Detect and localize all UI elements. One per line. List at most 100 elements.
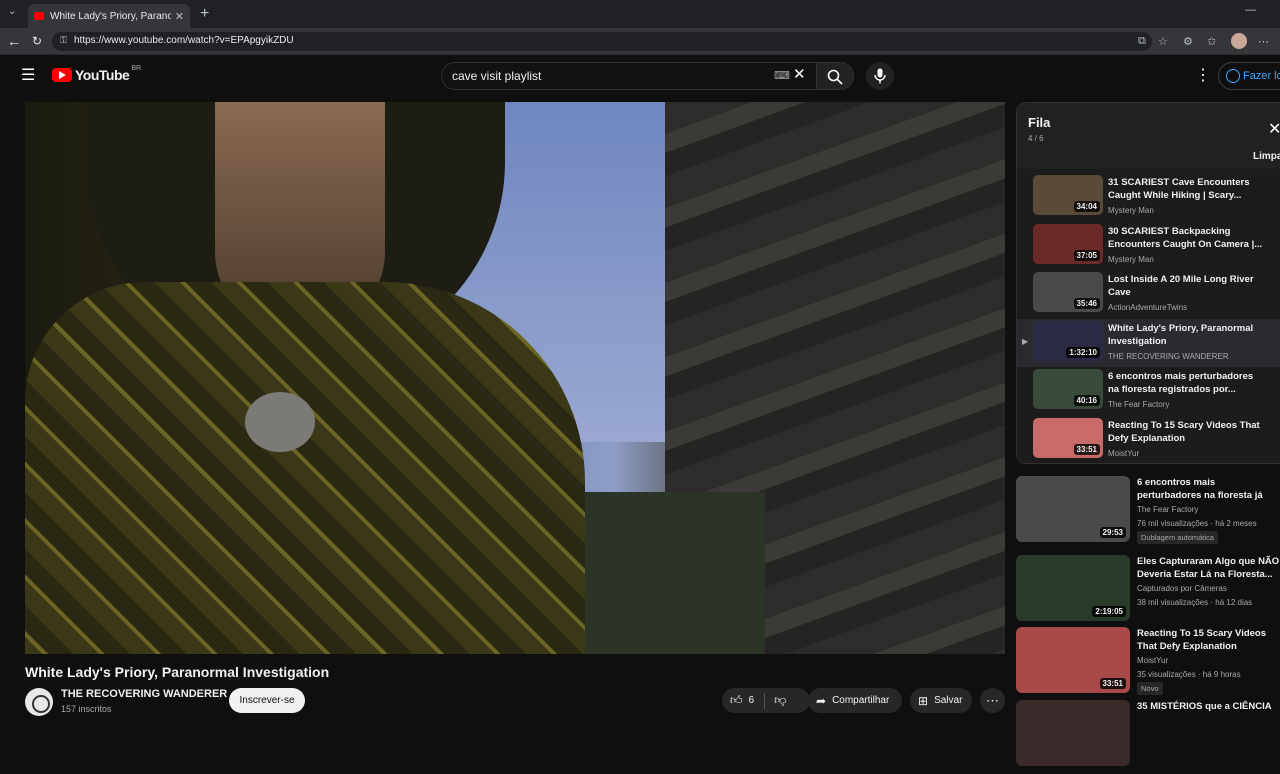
recommendation-title[interactable]: Eles Capturaram Algo que NÃO Deveria Est… [1137, 555, 1280, 581]
recommendation-duration: 29:53 [1099, 527, 1126, 538]
favorite-star-icon[interactable]: ☆ [1158, 35, 1168, 48]
browser-menu-icon[interactable]: ⋯ [1258, 35, 1269, 48]
recommendation-duration: 33:51 [1099, 678, 1126, 689]
recommendation-channel[interactable]: Capturados por Câmeras [1137, 584, 1227, 593]
favorites-icon[interactable]: ✩ [1207, 35, 1216, 48]
queue-item[interactable]: 35:46 Lost Inside A 20 Mile Long River Ca… [1017, 270, 1280, 318]
recommendation-channel[interactable]: The Fear Factory [1137, 505, 1198, 514]
queue-item-channel[interactable]: MoistYur [1108, 449, 1139, 458]
youtube-play-logo-icon [52, 68, 72, 82]
recommendation-item[interactable]: 2:19:05 Eles Capturaram Algo que NÃO Deve… [1016, 555, 1280, 629]
queue-item[interactable]: 34:04 31 SCARIEST Cave Encounters Caught … [1017, 173, 1280, 221]
recommendation-title[interactable]: 35 MISTÉRIOS que a CIÊNCIA [1137, 700, 1280, 713]
queue-item[interactable]: 40:16 6 encontros mais perturbadores na f… [1017, 367, 1280, 415]
queue-item-title[interactable]: 31 SCARIEST Cave Encounters Caught While… [1108, 176, 1263, 202]
hamburger-menu-icon[interactable]: ☰ [21, 65, 35, 85]
video-title: White Lady's Priory, Paranormal Investig… [25, 664, 330, 680]
queue-item-channel[interactable]: The Fear Factory [1108, 400, 1169, 409]
queue-thumbnail[interactable]: 34:04 [1033, 175, 1103, 215]
search-button[interactable] [816, 62, 854, 90]
voice-search-button[interactable] [866, 62, 894, 90]
queue-item-title[interactable]: Lost Inside A 20 Mile Long River Cave [1108, 273, 1263, 299]
recommendation-item[interactable]: 33:51 Reacting To 15 Scary Videos That De… [1016, 627, 1280, 701]
like-count[interactable]: 6 [749, 695, 755, 706]
keyboard-icon[interactable]: ⌨ [774, 69, 790, 82]
channel-avatar[interactable] [25, 688, 53, 716]
queue-thumbnail[interactable]: 40:16 [1033, 369, 1103, 409]
video-player[interactable] [25, 102, 1005, 654]
queue-thumbnail[interactable]: 37:05 [1033, 223, 1103, 264]
like-dislike-group: 👍︎ 6 👎︎ [722, 688, 810, 713]
search-value: cave visit playlist [452, 69, 542, 83]
recommendation-thumbnail[interactable]: 2:19:05 [1016, 555, 1130, 621]
settings-menu-icon[interactable]: ⋮ [1195, 65, 1211, 85]
recommendation-thumbnail[interactable]: 33:51 [1016, 627, 1130, 693]
queue-item-channel[interactable]: Mystery Man [1108, 206, 1154, 215]
browser-tab-strip: ⌄ White Lady's Priory, Paranormal In ✕ +… [0, 0, 1280, 28]
queue-item[interactable]: 37:05 30 SCARIEST Backpacking Encounters … [1017, 222, 1280, 270]
recommendation-duration: 2:19:05 [1092, 606, 1126, 617]
recommendation-item[interactable]: 29:53 6 encontros mais perturbadores na f… [1016, 476, 1280, 550]
recommendation-thumbnail[interactable] [1016, 700, 1130, 766]
microphone-icon [874, 68, 886, 84]
reload-icon[interactable]: ↻ [32, 34, 42, 48]
tab-close-icon[interactable]: ✕ [175, 10, 184, 23]
recommendation-item[interactable]: 35 MISTÉRIOS que a CIÊNCIA [1016, 700, 1280, 774]
url-field[interactable]: ⚿ https://www.youtube.com/watch?v=EPApgy… [52, 32, 1152, 51]
queue-item-title[interactable]: White Lady's Priory, Paranormal Investig… [1108, 322, 1263, 348]
clear-search-icon[interactable]: ✕ [793, 65, 806, 83]
browser-profile-avatar[interactable] [1231, 33, 1247, 49]
youtube-favicon-icon [34, 12, 44, 20]
like-icon[interactable]: 👍︎ [730, 693, 743, 708]
queue-title: Fila [1028, 115, 1051, 130]
queue-item-title[interactable]: 6 encontros mais perturbadores na flores… [1108, 370, 1263, 396]
save-button[interactable]: ⊞ Salvar [910, 688, 972, 713]
youtube-logo[interactable]: YouTube BR [52, 65, 141, 83]
dislike-icon[interactable]: 👎︎ [774, 693, 786, 708]
subscribe-button[interactable]: Inscrever-se [229, 688, 305, 713]
recommendation-channel[interactable]: MoistYur [1137, 656, 1168, 665]
more-actions-button[interactable]: ⋯ [980, 688, 1005, 713]
share-button[interactable]: ➦ Compartilhar [808, 688, 902, 713]
browser-tab[interactable]: White Lady's Priory, Paranormal In ✕ [28, 4, 190, 28]
sign-in-label: Fazer login [1243, 70, 1280, 82]
new-tab-button[interactable]: + [200, 5, 209, 23]
queue-clear-button[interactable]: Limpar [1253, 151, 1280, 162]
queue-duration: 37:05 [1073, 249, 1100, 261]
queue-duration: 40:16 [1073, 395, 1100, 406]
user-icon [1226, 69, 1240, 83]
queue-header: Fila 4 / 6 ✕ Limpar [1017, 103, 1280, 169]
recommendation-badge: Novo [1137, 682, 1163, 695]
queue-item[interactable]: ▶ 1:32:10 White Lady's Priory, Paranormal … [1017, 318, 1280, 367]
queue-close-icon[interactable]: ✕ [1268, 119, 1280, 139]
recommendation-thumbnail[interactable]: 29:53 [1016, 476, 1130, 542]
back-arrow-icon[interactable]: ← [7, 33, 21, 49]
recommendation-title[interactable]: Reacting To 15 Scary Videos That Defy Ex… [1137, 627, 1280, 653]
channel-name[interactable]: THE RECOVERING WANDERER [61, 688, 227, 700]
queue-item-channel[interactable]: THE RECOVERING WANDERER [1108, 352, 1229, 361]
address-bar-row: ← ↻ ⚿ https://www.youtube.com/watch?v=EP… [0, 28, 1280, 55]
search-input[interactable]: cave visit playlist [441, 62, 816, 90]
share-label: Compartilhar [832, 695, 890, 706]
queue-thumbnail[interactable]: 1:32:10 [1033, 320, 1103, 361]
recommendation-title[interactable]: 6 encontros mais perturbadores na flores… [1137, 476, 1280, 502]
extensions-icon[interactable]: ⚙ [1183, 35, 1193, 48]
queue-item-title[interactable]: Reacting To 15 Scary Videos That Defy Ex… [1108, 419, 1263, 445]
queue-item-channel[interactable]: Mystery Man [1108, 255, 1154, 264]
save-playlist-icon: ⊞ [918, 693, 929, 708]
queue-item-channel[interactable]: ActionAdventureTwins [1108, 303, 1187, 312]
queue-duration: 1:32:10 [1066, 346, 1100, 358]
queue-item[interactable]: 33:51 Reacting To 15 Scary Videos That De… [1017, 416, 1280, 464]
youtube-header: ☰ YouTube BR cave visit playlist ⌨ ✕ ⋮ F… [0, 56, 1280, 96]
divider [764, 692, 766, 709]
queue-item-title[interactable]: 30 SCARIEST Backpacking Encounters Caugh… [1108, 225, 1263, 251]
app-install-icon[interactable]: ⧉ [1138, 35, 1146, 48]
queue-thumbnail[interactable]: 33:51 [1033, 417, 1103, 458]
tab-title: White Lady's Priory, Paranormal In [50, 10, 171, 22]
sign-in-button[interactable]: Fazer login [1218, 62, 1280, 90]
minimize-icon[interactable]: — [1245, 4, 1256, 16]
site-info-icon[interactable]: ⚿ [60, 35, 67, 46]
queue-position: 4 / 6 [1028, 134, 1044, 143]
tab-search-chevron-icon[interactable]: ⌄ [8, 6, 16, 17]
queue-thumbnail[interactable]: 35:46 [1033, 272, 1103, 312]
